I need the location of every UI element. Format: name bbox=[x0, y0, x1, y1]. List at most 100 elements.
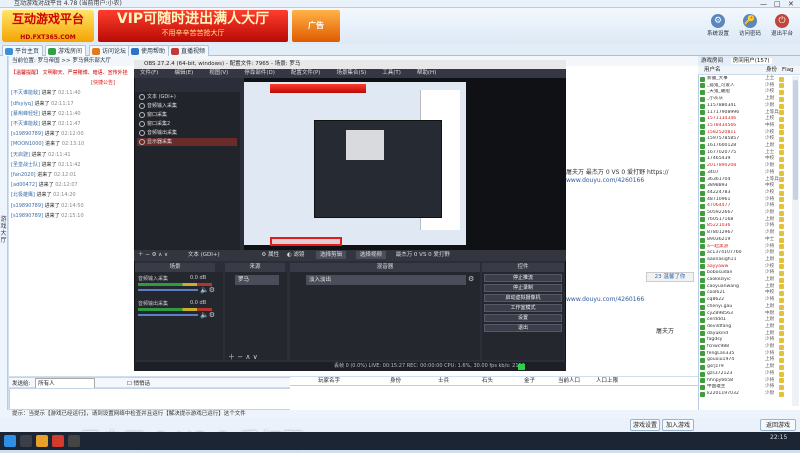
filters-button[interactable]: ◐ 滤镜 bbox=[287, 252, 305, 258]
user-row[interactable]: 760517168 上尉 bbox=[699, 217, 791, 223]
user-row[interactable]: 505922667 少尉 bbox=[699, 210, 791, 216]
user-row[interactable]: aaonasigh11 上尉 bbox=[699, 257, 791, 263]
search-icon[interactable] bbox=[20, 435, 32, 447]
preview-selection-box[interactable] bbox=[270, 237, 342, 246]
user-row[interactable]: devildfang 上尉 bbox=[699, 324, 791, 330]
exit-platform-button[interactable]: ⏻ 退出平台 bbox=[767, 14, 797, 42]
user-row[interactable]: 11717908996 上等兵 bbox=[699, 110, 791, 116]
user-row[interactable]: dayukind 上尉 bbox=[699, 331, 791, 337]
visibility-icon[interactable] bbox=[139, 103, 145, 109]
menu-view[interactable]: 视图(V) bbox=[209, 70, 228, 76]
user-row[interactable]: aayyaww 少校 bbox=[699, 264, 791, 270]
obs-control-button[interactable]: 工作室模式 bbox=[484, 304, 562, 312]
menu-edit[interactable]: 编辑(E) bbox=[174, 70, 193, 76]
tab-forum[interactable]: 访问论坛 bbox=[89, 45, 131, 56]
chat-link[interactable]: www.douyu.com/4260166 bbox=[566, 296, 644, 303]
user-row[interactable]: 新疆_大事 上士 bbox=[699, 76, 791, 82]
left-collapse-strip[interactable]: 游戏大厅 bbox=[0, 56, 8, 416]
mixer-channel-2-slider[interactable] bbox=[138, 314, 198, 316]
select-video-button[interactable]: 选择视频 bbox=[355, 251, 386, 259]
user-row[interactable]: cool621 中校 bbox=[699, 290, 791, 297]
source-item[interactable]: 音频输出采集 bbox=[137, 129, 237, 137]
user-row[interactable]: 中国雄主 少将 bbox=[699, 384, 791, 390]
chat-notice-link[interactable]: [快捷公告] bbox=[11, 78, 133, 88]
visibility-icon[interactable] bbox=[139, 121, 145, 127]
user-row[interactable]: 36361704 上等兵 bbox=[699, 177, 791, 183]
user-row[interactable]: hhnpy6658 少将 bbox=[699, 378, 791, 384]
user-row[interactable]: _天鬼_破船 少校 bbox=[699, 89, 791, 96]
user-row[interactable]: fengLan335 少将 bbox=[699, 351, 791, 357]
return-game-button[interactable]: 返回游戏 bbox=[760, 419, 796, 431]
visibility-icon[interactable] bbox=[139, 112, 145, 118]
game-app-icon[interactable] bbox=[52, 435, 64, 447]
user-row[interactable]: chenyi.gau 上尉 bbox=[699, 304, 791, 310]
user-row[interactable]: cyZ898563 中尉 bbox=[699, 311, 791, 317]
source-item[interactable]: 显示器采集 bbox=[137, 138, 237, 146]
scene-item[interactable]: 罗马 bbox=[235, 275, 279, 285]
user-row[interactable]: cq8622 少将 bbox=[699, 297, 791, 303]
user-row[interactable]: gzs372123 少将 bbox=[699, 371, 791, 377]
menu-tools[interactable]: 工具(T) bbox=[382, 70, 401, 76]
source-item[interactable]: 窗口采集2 bbox=[137, 120, 237, 128]
user-row[interactable]: 1617600128 上尉 bbox=[699, 143, 791, 149]
source-item[interactable]: 文本 (GDI+) bbox=[137, 93, 237, 101]
user-row[interactable]: 2017890208 少尉 bbox=[699, 163, 791, 169]
user-row[interactable]: _小灰灰 上尉 bbox=[699, 96, 791, 102]
system-settings-button[interactable]: ⚙ 系统设置 bbox=[703, 14, 733, 42]
user-row[interactable]: a一起黑游 少将 bbox=[699, 244, 791, 250]
user-row[interactable]: fcnwc988 少尉 bbox=[699, 344, 791, 350]
obs-control-button[interactable]: 停止录制 bbox=[484, 284, 562, 292]
user-row[interactable]: 3898893 中校 bbox=[699, 183, 791, 189]
start-icon[interactable] bbox=[4, 435, 16, 447]
user-row[interactable]: 47064477 少将 bbox=[699, 203, 791, 209]
user-row[interactable]: 85221036 少将 bbox=[699, 223, 791, 230]
game-settings-button[interactable]: 游戏设置 bbox=[630, 419, 660, 431]
tab-room-users[interactable]: 房间用户(157) bbox=[730, 58, 772, 64]
menu-docks[interactable]: 停靠部件(D) bbox=[244, 70, 275, 76]
user-row[interactable]: 48710961 少将 bbox=[699, 197, 791, 203]
chat-message-link[interactable]: www.douyu.com/4260166 bbox=[566, 177, 644, 184]
user-row[interactable]: 878012967 少尉 bbox=[699, 230, 791, 236]
obs-control-button[interactable]: 启动虚拟摄像机 bbox=[484, 294, 562, 302]
user-row[interactable]: 1571134346 上校 bbox=[699, 116, 791, 122]
obs-app-icon[interactable] bbox=[68, 435, 80, 447]
user-row[interactable]: 17465439 中校 bbox=[699, 156, 791, 163]
visibility-icon[interactable] bbox=[139, 139, 145, 145]
user-row[interactable]: caoyuanwang 上尉 bbox=[699, 284, 791, 290]
transition-settings-icon[interactable]: ⚙ bbox=[468, 275, 474, 283]
user-row[interactable]: 1578434566 中将 bbox=[699, 123, 791, 129]
user-row[interactable]: _孤鬼_可爱人 少将 bbox=[699, 83, 791, 89]
add-source-icon[interactable]: ＋ − ⚙ ∧ ∨ bbox=[138, 252, 168, 258]
minimize-button[interactable]: — bbox=[760, 0, 767, 8]
obs-control-button[interactable]: 设置 bbox=[484, 314, 562, 322]
notify-button[interactable]: 23 温馨了你 bbox=[646, 272, 694, 282]
user-row[interactable]: gouxiu1974 上将 bbox=[699, 357, 791, 364]
menu-help[interactable]: 帮助(H) bbox=[417, 70, 436, 76]
user-row[interactable]: bobosudan 少将 bbox=[699, 270, 791, 276]
tab-help[interactable]: 使用帮助 bbox=[128, 45, 170, 56]
menu-profile[interactable]: 配置文件(P) bbox=[291, 70, 321, 76]
speaker-icon[interactable]: 🔈⚙ bbox=[200, 286, 215, 294]
tab-game-room[interactable]: 游戏房间 bbox=[45, 45, 87, 56]
menu-scene-collection[interactable]: 场景集合(S) bbox=[336, 70, 366, 76]
visibility-icon[interactable] bbox=[139, 94, 145, 100]
user-row[interactable]: caokeziyic 上尉 bbox=[699, 277, 791, 283]
menu-file[interactable]: 文件(F) bbox=[140, 70, 158, 76]
user-row[interactable]: 3407 少将 bbox=[699, 170, 791, 176]
obs-control-button[interactable]: 停止推流 bbox=[484, 274, 562, 282]
user-row[interactable]: 1157880341 少尉 bbox=[699, 103, 791, 109]
transition-select[interactable]: 淡入淡出 bbox=[306, 275, 466, 285]
user-row[interactable]: gsrjz79 上尉 bbox=[699, 364, 791, 370]
scrollbar-thumb[interactable] bbox=[793, 80, 798, 200]
mixer-channel-1-slider[interactable] bbox=[138, 289, 198, 291]
source-item[interactable]: 音频输入采集 bbox=[137, 102, 237, 110]
user-row[interactable]: 89036219 中士 bbox=[699, 237, 791, 243]
user-row[interactable]: 1677020775 上士 bbox=[699, 150, 791, 156]
user-row[interactable]: 44224783 少校 bbox=[699, 190, 791, 196]
tab-live-video[interactable]: 直播视频 bbox=[168, 45, 210, 56]
join-game-button[interactable]: 加入游戏 bbox=[662, 419, 694, 431]
user-row[interactable]: k2201197032 少尉 bbox=[699, 391, 791, 397]
whisper-checkbox[interactable]: ☐ 悄悄话 bbox=[127, 381, 150, 387]
vip-ad-banner[interactable]: VIP可随时进出满人大厅 不用辛辛苦苦抢大厅 bbox=[98, 10, 288, 42]
user-row[interactable]: 15975785857 少校 bbox=[699, 136, 791, 142]
